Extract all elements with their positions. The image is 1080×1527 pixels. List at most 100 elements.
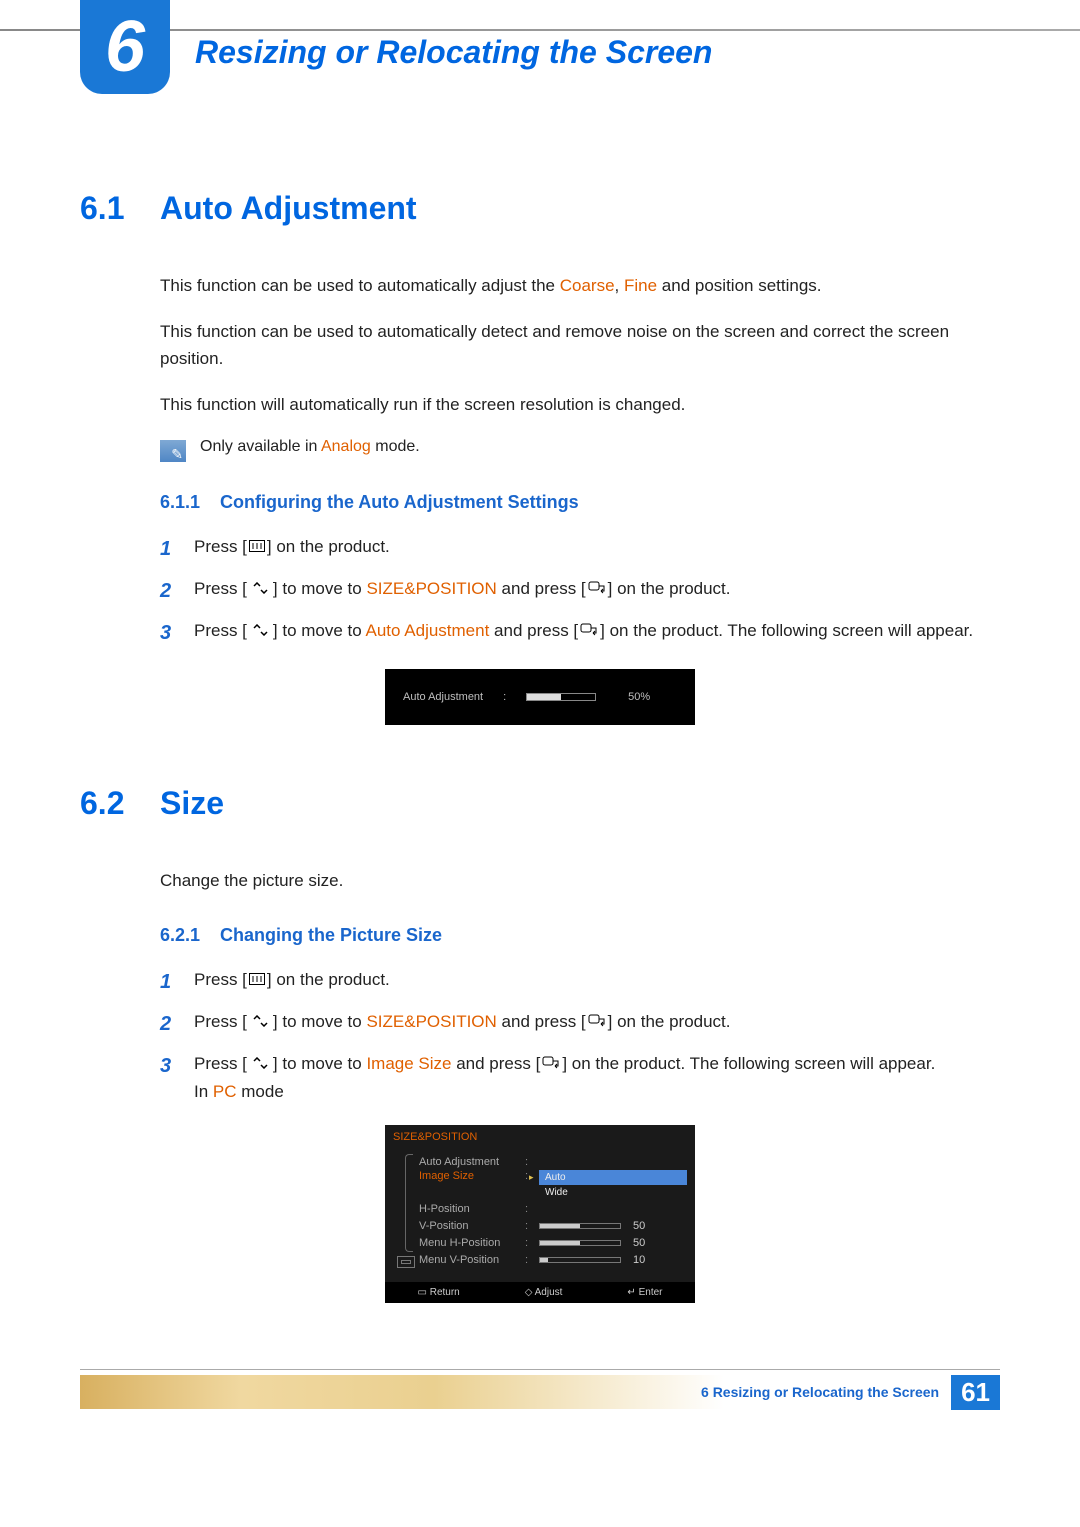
- text: Only available in: [200, 438, 321, 455]
- text: and position settings.: [657, 276, 821, 295]
- up-down-icon: [249, 617, 271, 644]
- up-down-icon: [249, 575, 271, 602]
- slider: [539, 1257, 621, 1263]
- slider-value: 50: [633, 1237, 645, 1249]
- text: ] to move to: [273, 1054, 367, 1073]
- dropdown-option-selected: Auto: [539, 1170, 687, 1185]
- steps-6-2-1: 1 Press [ ] on the product. 2 Press [] to…: [160, 966, 1000, 1105]
- enter-icon: [542, 1050, 560, 1077]
- text: In: [194, 1082, 213, 1101]
- step: 2 Press [] to move to SIZE&POSITION and …: [160, 575, 1000, 607]
- text: Press [: [194, 970, 247, 989]
- row-value: 10: [539, 1253, 687, 1265]
- osd-rows: Auto Adjustment : Image Size : Auto Wide: [419, 1153, 687, 1268]
- highlight-analog: Analog: [321, 438, 371, 455]
- note: Only available in Analog mode.: [160, 438, 1000, 462]
- text: ] on the product.: [267, 970, 390, 989]
- page-footer: 6 Resizing or Relocating the Screen 61: [80, 1375, 1000, 1409]
- slider-value: 10: [633, 1254, 645, 1266]
- step-body: Press [] to move to SIZE&POSITION and pr…: [194, 575, 1000, 603]
- text: and press [: [497, 1012, 586, 1031]
- slider-value: 50: [633, 1220, 645, 1232]
- section-number: 6.1: [80, 190, 160, 227]
- row-value: 50: [539, 1236, 687, 1248]
- text: ] on the product. The following screen w…: [600, 621, 973, 640]
- enter-icon: ↵: [627, 1287, 638, 1298]
- footer-strip: [80, 1375, 724, 1409]
- text: Press [: [194, 579, 247, 598]
- step-number: 1: [160, 966, 194, 998]
- progress-bar: [526, 693, 596, 701]
- highlight-auto-adjustment: Auto Adjustment: [366, 621, 490, 640]
- text: and press [: [452, 1054, 541, 1073]
- updown-icon: ◇: [525, 1287, 535, 1298]
- text: ] on the product.: [608, 579, 731, 598]
- dropdown: Auto Wide: [539, 1170, 687, 1200]
- row-value: 50: [539, 1219, 687, 1231]
- menu-icon: [249, 966, 265, 993]
- step-number: 1: [160, 533, 194, 565]
- text: ,: [615, 276, 624, 295]
- chapter-badge: 6: [80, 0, 170, 94]
- section-title: Size: [160, 785, 224, 822]
- text: Press [: [194, 621, 247, 640]
- menu-icon: ▭: [417, 1287, 429, 1298]
- highlight-size-position: SIZE&POSITION: [366, 1012, 496, 1031]
- content: 6.1 Auto Adjustment This function can be…: [0, 0, 1080, 1303]
- up-down-icon: [249, 1050, 271, 1077]
- text: Press [: [194, 1054, 247, 1073]
- colon: :: [525, 1156, 531, 1168]
- step-number: 3: [160, 617, 194, 649]
- paragraph: This function can be used to automatical…: [160, 319, 1000, 372]
- row-name: Auto Adjustment: [419, 1156, 517, 1168]
- text: Enter: [639, 1287, 663, 1298]
- slider: [539, 1240, 621, 1246]
- step-body: Press [ ] to move to Image Size and press…: [194, 1050, 1000, 1105]
- row-name: Image Size: [419, 1170, 517, 1182]
- colon: :: [525, 1203, 531, 1215]
- text: ] on the product.: [608, 1012, 731, 1031]
- section-6-1-heading: 6.1 Auto Adjustment: [80, 190, 1000, 227]
- text: ] to move to: [273, 579, 367, 598]
- step: 3 Press [ ] to move to Image Size and pre…: [160, 1050, 1000, 1105]
- subsection-title: Configuring the Auto Adjustment Settings: [220, 492, 579, 513]
- note-text: Only available in Analog mode.: [200, 438, 420, 456]
- subsection-number: 6.1.1: [160, 492, 220, 513]
- osd-menu-footer: ▭ Return ◇ Adjust ↵ Enter: [385, 1282, 695, 1303]
- step: 2 Press [] to move to SIZE&POSITION and …: [160, 1008, 1000, 1040]
- text: mode: [237, 1082, 284, 1101]
- text: ] on the product.: [267, 537, 390, 556]
- text: Adjust: [535, 1287, 563, 1298]
- step-number: 3: [160, 1050, 194, 1082]
- progress-percent: 50%: [628, 691, 650, 703]
- row-name: Menu V-Position: [419, 1254, 517, 1266]
- dropdown-option: Wide: [539, 1185, 687, 1200]
- highlight-fine: Fine: [624, 276, 657, 295]
- subsection-6-1-1-heading: 6.1.1 Configuring the Auto Adjustment Se…: [160, 492, 1000, 513]
- footer-enter: ↵ Enter: [627, 1287, 662, 1298]
- text: Return: [430, 1287, 460, 1298]
- highlight-image-size: Image Size: [366, 1054, 451, 1073]
- subsection-title: Changing the Picture Size: [220, 925, 442, 946]
- slider-fill: [540, 1224, 580, 1228]
- osd-row: Menu V-Position : 10: [419, 1251, 687, 1268]
- paragraph: This function can be used to automatical…: [160, 273, 1000, 299]
- osd-menu-body: Auto Adjustment : Image Size : Auto Wide: [385, 1153, 695, 1282]
- up-down-icon: [249, 1008, 271, 1035]
- paragraph: Change the picture size.: [160, 868, 1000, 894]
- slider-fill: [540, 1258, 548, 1262]
- osd-row: V-Position : 50: [419, 1217, 687, 1234]
- osd-row: H-Position :: [419, 1200, 687, 1217]
- menu-icon: [249, 533, 265, 560]
- osd-left-column: [393, 1153, 419, 1268]
- step-body: Press [ ] on the product.: [194, 966, 1000, 994]
- section-title: Auto Adjustment: [160, 190, 417, 227]
- text: ] on the product. The following screen w…: [562, 1054, 935, 1073]
- osd-label: Auto Adjustment: [403, 691, 483, 703]
- page-number: 61: [951, 1375, 1000, 1410]
- section-number: 6.2: [80, 785, 160, 822]
- step-body: Press [] to move to Auto Adjustment and …: [194, 617, 1000, 645]
- step: 3 Press [] to move to Auto Adjustment an…: [160, 617, 1000, 649]
- bracket-icon: [405, 1154, 413, 1252]
- enter-icon: [588, 575, 606, 602]
